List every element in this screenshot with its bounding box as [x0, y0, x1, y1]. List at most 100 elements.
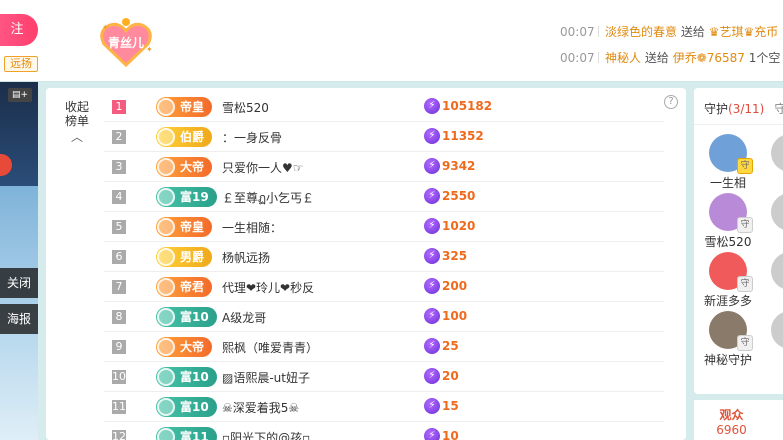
guard-item[interactable]: 代: [760, 134, 783, 191]
feed-sender[interactable]: 淡绿色的春意: [605, 25, 677, 39]
leaderboard-row[interactable]: 12 富11 ▫阳光下的@孩▫ ⚡ 10: [104, 422, 664, 440]
lightning-icon: ⚡: [424, 188, 440, 204]
leaderboard-row[interactable]: 4 富19 ￡至尊ฏ小乞丐￡ ⚡ 2550: [104, 182, 664, 212]
feed-action: 送给: [680, 25, 705, 39]
avatar[interactable]: 守: [709, 311, 753, 351]
level-label: 大帝: [180, 340, 205, 354]
leaderboard-row[interactable]: 11 富10 ☠深爱着我5☠ ⚡ 15: [104, 392, 664, 422]
contribution-value: 11352: [442, 129, 484, 143]
top-bar: 注 远扬 ✦ ✦ 青丝儿 00:07 淡绿色的春意 送给 ♛艺琪♛充币 00:07…: [0, 0, 783, 82]
user-name[interactable]: ▫阳光下的@孩▫: [222, 429, 310, 440]
leaderboard-row[interactable]: 1 帝皇 雪松520 ⚡ 105182: [104, 92, 664, 122]
level-badge: 富19: [156, 187, 217, 207]
guard-item[interactable]: 守一生相: [698, 134, 758, 191]
level-badge: 男爵: [156, 247, 213, 267]
contribution: ⚡ 20: [424, 368, 459, 386]
close-button[interactable]: 关闭: [0, 268, 38, 298]
rank-number: 8: [112, 310, 126, 324]
avatar[interactable]: [771, 193, 783, 231]
avatar[interactable]: 守: [709, 193, 753, 233]
leaderboard-row[interactable]: 9 大帝 熙枫（唯爱青青） ⚡ 25: [104, 332, 664, 362]
lightning-icon: ⚡: [424, 338, 440, 354]
user-name[interactable]: ▨语熙晨-ut妞子: [222, 369, 310, 386]
promote-tag: 远扬: [4, 56, 38, 72]
contribution-value: 10: [442, 429, 459, 440]
avatar[interactable]: [771, 252, 783, 290]
poster-button[interactable]: 海报: [0, 304, 38, 334]
user-name[interactable]: ☠深爱着我5☠: [222, 399, 299, 416]
level-label: 富10: [180, 400, 209, 414]
leaderboard-row[interactable]: 3 大帝 只爱你一人♥☞ ⚡ 9342: [104, 152, 664, 182]
level-icon: [157, 308, 175, 326]
guard-item[interactable]: 神: [760, 311, 783, 368]
user-name[interactable]: 杨帆远扬: [222, 249, 270, 266]
leaderboard-row[interactable]: 2 伯爵 ：一身反骨 ⚡ 11352: [104, 122, 664, 152]
user-name[interactable]: ￡至尊ฏ小乞丐￡: [222, 189, 314, 208]
video-preview[interactable]: ▤+ 关闭 海报: [0, 82, 38, 440]
level-badge: 富10: [156, 367, 217, 387]
leaderboard-panel: 收起 榜单 ︿ ? 1 帝皇 雪松520 ⚡ 105182 2 伯爵 ：一身反骨 ⚡ 11352 3…: [46, 88, 686, 440]
contribution: ⚡ 11352: [424, 128, 484, 146]
guard-item[interactable]: 守新涯多多: [698, 252, 758, 309]
lightning-icon: ⚡: [424, 308, 440, 324]
leaderboard-row[interactable]: 8 富10 A级龙哥 ⚡ 100: [104, 302, 664, 332]
avatar[interactable]: [771, 311, 783, 349]
user-name[interactable]: 熙枫（唯爱青青）: [222, 339, 318, 356]
feed-receiver[interactable]: 伊乔❁76587: [673, 51, 745, 65]
guard-title[interactable]: 守护: [704, 102, 728, 116]
guard-item[interactable]: 守神秘守护: [698, 311, 758, 368]
level-label: 大帝: [180, 160, 205, 174]
avatar[interactable]: [771, 134, 783, 172]
divider: [694, 124, 783, 125]
feed-tail: 1个空: [748, 51, 781, 65]
leaderboard-row[interactable]: 7 帝君 代理❤玲儿❤秒反 ⚡ 200: [104, 272, 664, 302]
shield-icon: 守: [737, 276, 753, 292]
level-icon: [157, 248, 175, 266]
contribution-value: 9342: [442, 159, 476, 173]
level-icon: [157, 338, 175, 356]
audience-label: 观众: [719, 408, 744, 422]
user-name[interactable]: 代理❤玲儿❤秒反: [222, 279, 314, 296]
guard-count: (3/11): [728, 102, 765, 116]
lightning-icon: ⚡: [424, 218, 440, 234]
leaderboard-row[interactable]: 10 富10 ▨语熙晨-ut妞子 ⚡ 20: [104, 362, 664, 392]
user-name[interactable]: 一生相随：: [222, 219, 282, 236]
svg-text:✦: ✦: [102, 23, 109, 32]
guard-item[interactable]: 熙: [760, 193, 783, 250]
fan-club-badge[interactable]: ✦ ✦ 青丝儿: [98, 18, 154, 68]
toolbox-icon[interactable]: ▤+: [8, 88, 32, 102]
help-icon[interactable]: ?: [664, 95, 678, 109]
guard-item[interactable]: 守雪松520: [698, 193, 758, 250]
guard-tab-second[interactable]: 守: [774, 102, 783, 116]
user-name[interactable]: 只爱你一人♥☞: [222, 159, 304, 176]
fan-badge-label: 青丝儿: [107, 36, 144, 50]
guard-name: 一生相: [709, 176, 746, 190]
collapse-board-button[interactable]: 收起 榜单 ︿: [60, 100, 94, 144]
avatar[interactable]: 守: [709, 134, 753, 174]
guard-item[interactable]: 一: [760, 252, 783, 309]
guard-name: 一: [760, 292, 783, 309]
leaderboard-row[interactable]: 6 男爵 杨帆远扬 ⚡ 325: [104, 242, 664, 272]
user-name[interactable]: A级龙哥: [222, 309, 266, 326]
chevron-up-icon: ︿: [70, 130, 83, 144]
user-name[interactable]: 雪松520: [222, 99, 269, 116]
level-badge: 帝君: [156, 277, 213, 297]
follow-button[interactable]: 注: [0, 14, 38, 46]
level-label: 富10: [180, 310, 209, 324]
level-label: 帝皇: [180, 100, 205, 114]
audience-count: 6960: [716, 423, 747, 437]
divider: [598, 26, 599, 37]
contribution-value: 105182: [442, 99, 493, 113]
contribution: ⚡ 200: [424, 278, 467, 296]
lightning-icon: ⚡: [424, 428, 440, 440]
feed-receiver[interactable]: ♛艺琪♛充币: [709, 25, 779, 39]
contribution: ⚡ 10: [424, 428, 459, 440]
shield-icon: 守: [737, 335, 753, 351]
avatar[interactable]: 守: [709, 252, 753, 292]
rank-number: 10: [112, 370, 126, 384]
leaderboard-row[interactable]: 5 帝皇 一生相随： ⚡ 1020: [104, 212, 664, 242]
level-icon: [157, 428, 175, 440]
gift-feed: 00:07 淡绿色的春意 送给 ♛艺琪♛充币 00:07 神秘人 送给 伊乔❁765…: [560, 22, 783, 74]
feed-sender[interactable]: 神秘人: [605, 51, 641, 65]
user-name[interactable]: ：一身反骨: [222, 129, 282, 146]
